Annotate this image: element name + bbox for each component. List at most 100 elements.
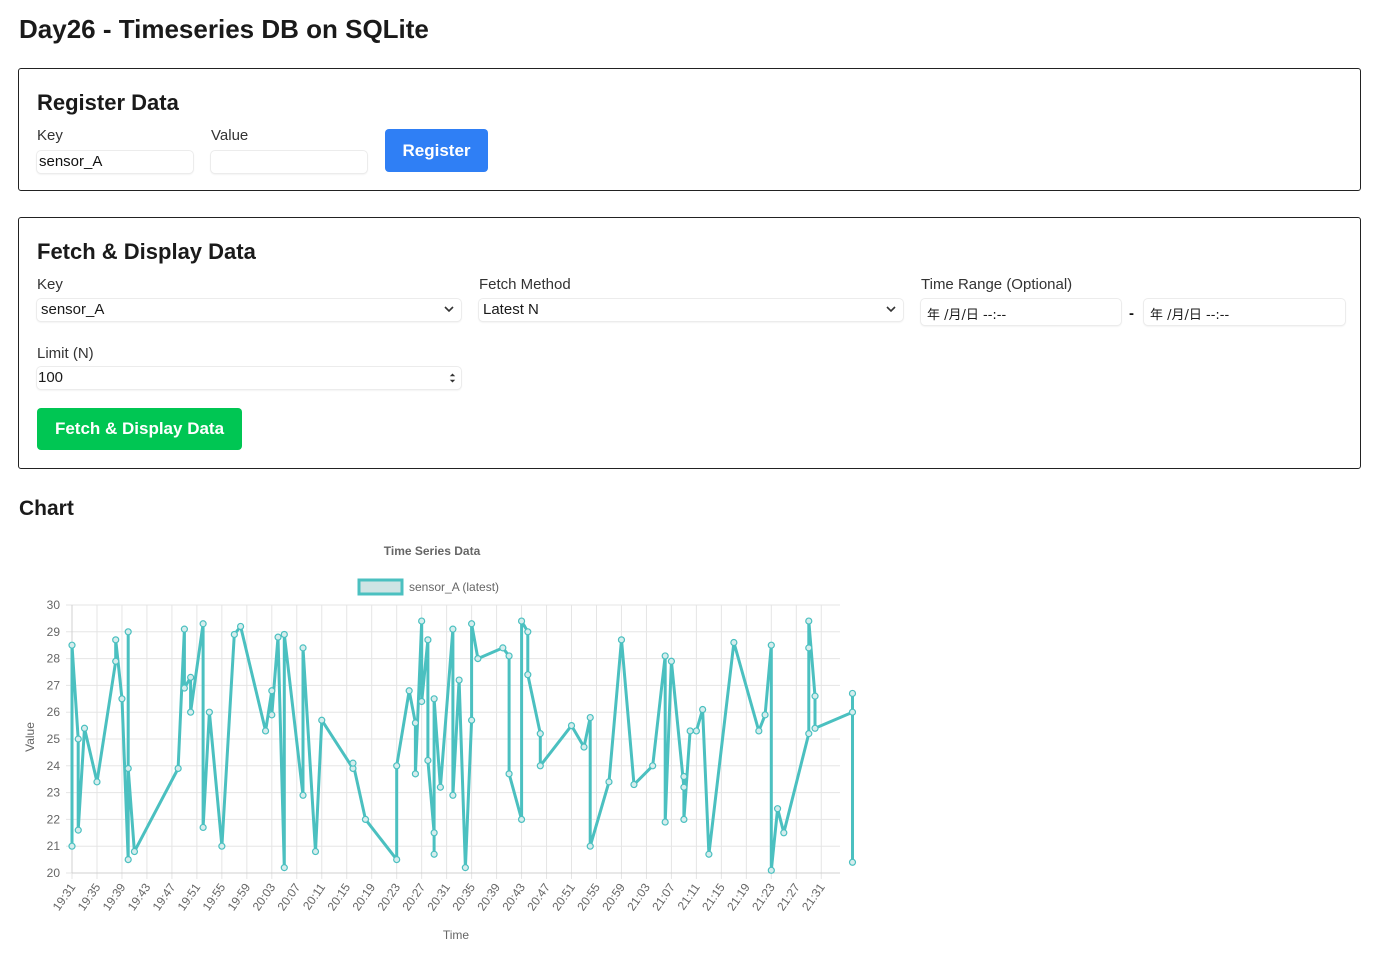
data-point xyxy=(118,695,126,703)
data-point xyxy=(436,783,444,791)
data-point xyxy=(199,620,207,628)
data-point xyxy=(773,805,782,813)
data-point xyxy=(505,652,513,660)
fetch-method-select[interactable]: Latest N xyxy=(479,299,903,321)
data-point xyxy=(430,829,438,837)
chart-legend[interactable]: sensor_A (latest) xyxy=(357,578,499,596)
data-point xyxy=(536,762,544,770)
data-point xyxy=(80,724,89,732)
chevron-down-icon xyxy=(444,306,454,313)
chevron-down-icon xyxy=(886,306,896,313)
y-tick-label: 21 xyxy=(47,839,61,853)
data-point xyxy=(811,692,819,700)
fetch-display-button[interactable]: Fetch & Display Data xyxy=(37,408,242,450)
limit-input[interactable]: 100 xyxy=(37,367,461,389)
x-tick-label: 19:35 xyxy=(75,880,104,913)
fetch-card: Fetch & Display Data Key sensor_A Fetch … xyxy=(18,217,1361,469)
time-range-end-input[interactable]: 年 /月/日 --:-- xyxy=(1144,299,1345,325)
x-tick-label: 21:15 xyxy=(699,880,728,913)
data-point xyxy=(393,762,401,770)
time-range-end-placeholder: 年 /月/日 --:-- xyxy=(1150,308,1230,323)
x-tick-label: 21:27 xyxy=(774,880,803,913)
y-tick-label: 24 xyxy=(47,759,61,773)
data-point xyxy=(130,847,139,856)
data-point xyxy=(667,657,676,665)
data-point xyxy=(361,815,370,823)
data-point xyxy=(74,826,82,834)
data-point xyxy=(680,783,688,791)
register-key-input[interactable] xyxy=(37,151,193,173)
fetch-method-selected: Latest N xyxy=(483,301,539,318)
data-point xyxy=(187,673,195,681)
y-tick-label: 25 xyxy=(47,732,61,746)
data-point xyxy=(180,684,188,692)
x-tick-label: 20:47 xyxy=(524,880,553,913)
data-point xyxy=(318,716,326,724)
y-tick-label: 30 xyxy=(47,598,61,612)
x-tick-label: 21:23 xyxy=(749,880,778,913)
data-point xyxy=(411,719,420,727)
data-point xyxy=(805,644,813,652)
data-point xyxy=(680,815,688,823)
x-tick-label: 20:03 xyxy=(250,880,279,913)
x-tick-label: 20:31 xyxy=(424,880,453,913)
register-button[interactable]: Register xyxy=(385,129,488,172)
data-point xyxy=(393,856,401,864)
time-range-start-input[interactable]: 年 /月/日 --:-- xyxy=(921,299,1121,325)
data-point xyxy=(567,722,576,730)
data-point xyxy=(268,711,276,719)
data-point xyxy=(524,671,532,679)
data-point xyxy=(505,770,513,778)
x-tick-label: 20:39 xyxy=(474,880,503,913)
x-tick-label: 20:27 xyxy=(399,880,428,913)
data-point xyxy=(405,687,413,695)
data-point xyxy=(299,791,307,799)
fetch-heading: Fetch & Display Data xyxy=(37,239,256,264)
y-tick-label: 20 xyxy=(47,866,61,880)
data-point xyxy=(430,695,438,703)
data-point xyxy=(605,778,613,786)
register-value-input[interactable] xyxy=(211,151,367,173)
data-point xyxy=(411,770,420,778)
data-point xyxy=(112,636,120,644)
data-point xyxy=(418,617,426,625)
x-tick-label: 20:15 xyxy=(324,880,353,913)
x-tick-label: 21:07 xyxy=(649,880,678,913)
data-point xyxy=(848,708,857,716)
data-point xyxy=(311,847,320,856)
data-point xyxy=(661,652,669,660)
y-tick-label: 26 xyxy=(47,705,61,719)
x-tick-label: 21:11 xyxy=(675,880,703,912)
register-card: Register Data Key Value Register xyxy=(18,68,1361,191)
fetch-key-select[interactable]: sensor_A xyxy=(37,299,461,321)
data-point xyxy=(767,866,775,874)
data-point xyxy=(586,713,594,722)
data-point xyxy=(767,641,775,649)
y-tick-label: 23 xyxy=(47,786,61,800)
data-point xyxy=(449,625,457,633)
y-axis: 20 21 22 23 24 25 26 27 28 29 30 xyxy=(47,598,61,880)
spinner-icon[interactable] xyxy=(448,370,457,386)
y-tick-label: 28 xyxy=(47,652,61,666)
x-tick-label: 21:31 xyxy=(799,880,828,913)
data-point xyxy=(93,778,101,786)
data-point xyxy=(805,730,813,738)
x-tick-label: 19:31 xyxy=(50,880,79,913)
data-point xyxy=(630,780,638,789)
fetch-key-selected: sensor_A xyxy=(41,301,105,318)
y-tick-label: 29 xyxy=(47,625,61,639)
time-range-separator: - xyxy=(1129,305,1134,322)
page-title: Day26 - Timeseries DB on SQLite xyxy=(19,14,429,44)
time-range-start-placeholder: 年 /月/日 --:-- xyxy=(927,308,1007,323)
data-point xyxy=(805,617,813,625)
y-axis-label: Value xyxy=(23,722,37,752)
data-point xyxy=(449,791,457,799)
data-point xyxy=(680,772,688,781)
data-point xyxy=(755,727,763,735)
data-point xyxy=(468,716,476,724)
data-point xyxy=(230,630,238,639)
data-point xyxy=(280,864,288,872)
data-point xyxy=(430,850,438,858)
data-point xyxy=(205,708,213,716)
data-point xyxy=(580,743,588,751)
